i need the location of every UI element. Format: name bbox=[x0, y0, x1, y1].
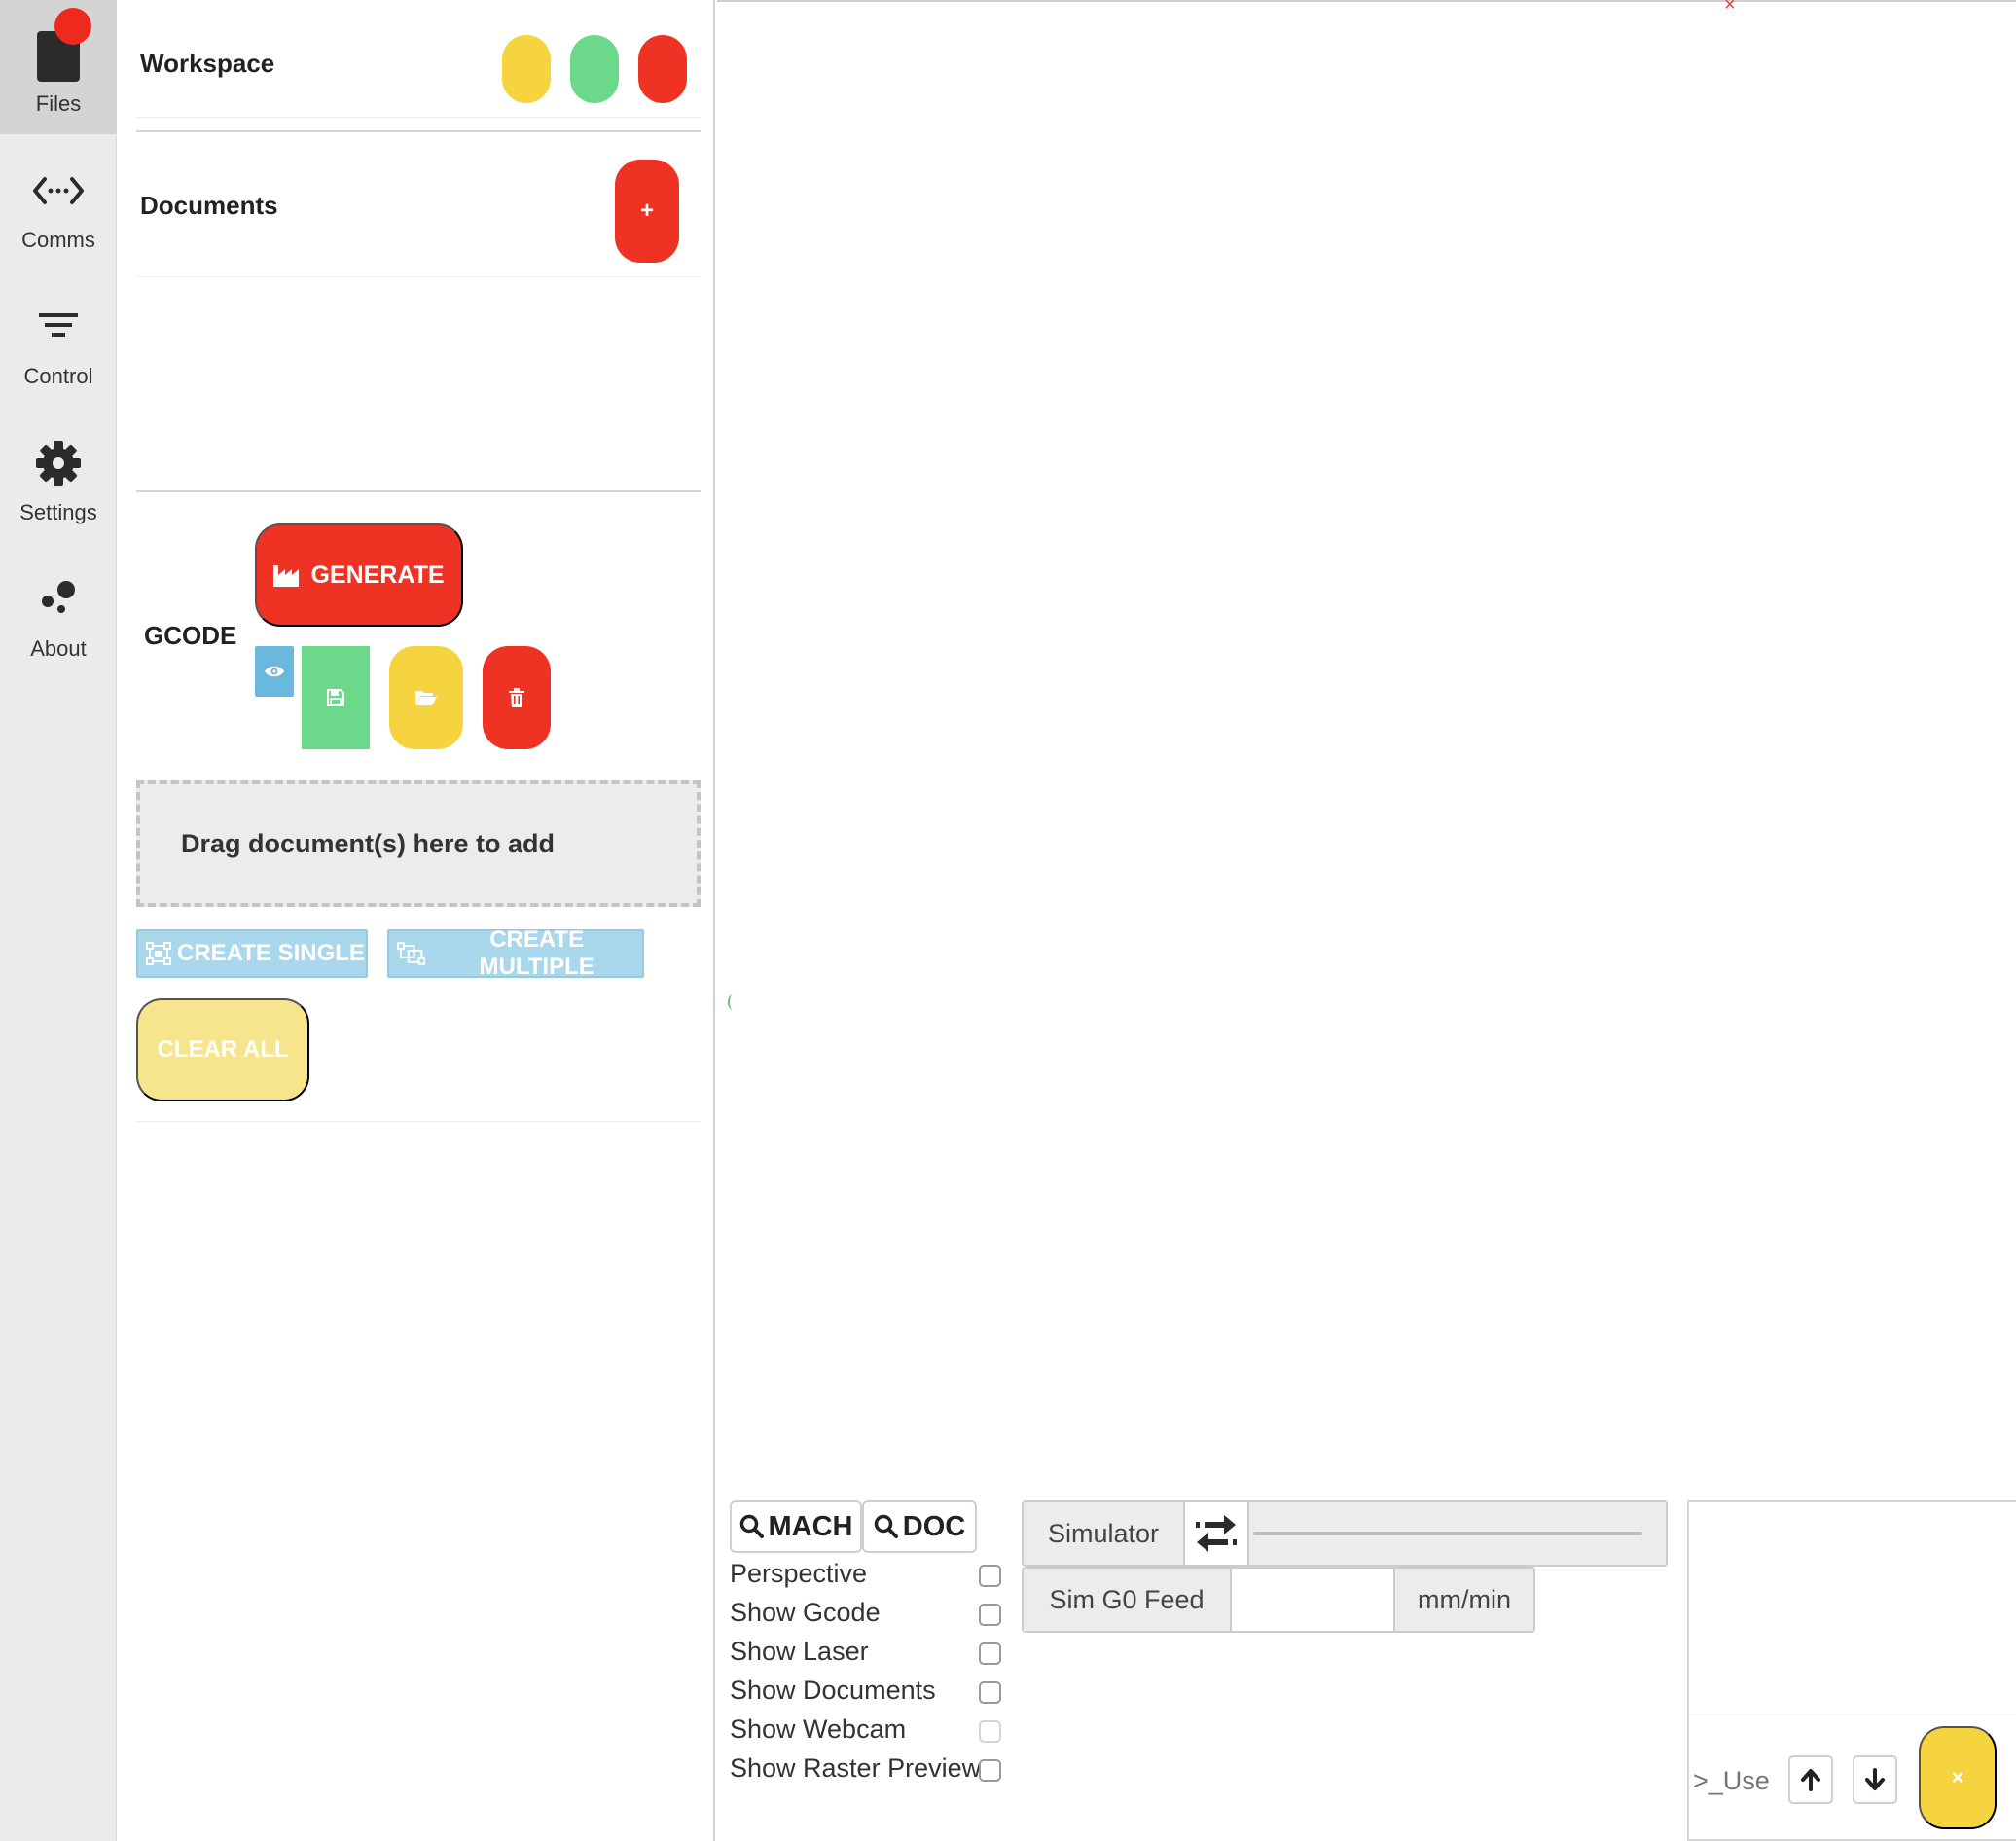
create-multiple-label: CREATE MULTIPLE bbox=[479, 926, 594, 980]
simulator-label: Simulator bbox=[1024, 1502, 1185, 1565]
gear-icon bbox=[0, 436, 117, 490]
option-label: Show Webcam bbox=[730, 1715, 907, 1744]
console-clear-button[interactable]: × bbox=[1919, 1726, 1997, 1829]
sim-feed-unit: mm/min bbox=[1393, 1569, 1533, 1631]
sidebar-item-label: Settings bbox=[19, 500, 97, 524]
option-label: Show Documents bbox=[730, 1676, 936, 1705]
option-perspective: Perspective bbox=[730, 1559, 1007, 1594]
trash-icon bbox=[509, 688, 524, 707]
vector-multiple-icon bbox=[397, 942, 426, 965]
option-label: Show Laser bbox=[730, 1637, 869, 1666]
workspace-red-button[interactable] bbox=[638, 35, 687, 103]
simulator-group: Simulator bbox=[1022, 1500, 1668, 1567]
create-single-label: CREATE SINGLE bbox=[177, 940, 365, 966]
sidebar-item-about[interactable]: About bbox=[0, 545, 117, 679]
show-laser-checkbox[interactable] bbox=[979, 1642, 1001, 1665]
sidebar-item-control[interactable]: Control bbox=[0, 272, 117, 407]
workspace-green-button[interactable] bbox=[570, 35, 619, 103]
history-up-button[interactable] bbox=[1788, 1755, 1833, 1804]
simulator-toggle-button[interactable] bbox=[1185, 1502, 1249, 1565]
option-show-raster-preview: Show Raster Preview bbox=[730, 1753, 1007, 1788]
filter-lines-icon bbox=[0, 300, 117, 354]
files-panel: Workspace Documents + GCODE GENERATE Dra… bbox=[117, 0, 715, 1841]
sidebar-item-label: Control bbox=[23, 364, 93, 388]
clear-all-button[interactable]: CLEAR ALL bbox=[136, 998, 309, 1101]
vector-square-icon bbox=[146, 942, 171, 965]
save-icon bbox=[327, 689, 344, 706]
workspace-canvas-mark bbox=[728, 994, 738, 1010]
sidebar-item-comms[interactable]: Comms bbox=[0, 136, 117, 271]
dropzone-text: Drag document(s) here to add bbox=[181, 829, 556, 858]
sim-feed-group: Sim G0 Feed mm/min bbox=[1022, 1567, 1535, 1633]
create-multiple-button[interactable]: CREATE MULTIPLE bbox=[387, 926, 644, 980]
sim-feed-label: Sim G0 Feed bbox=[1024, 1569, 1232, 1631]
workspace-top-border bbox=[717, 0, 2016, 2]
divider bbox=[136, 1121, 701, 1122]
history-down-button[interactable] bbox=[1853, 1755, 1897, 1804]
folder-open-icon bbox=[415, 691, 437, 705]
option-label: Perspective bbox=[730, 1559, 868, 1588]
gcode-title: GCODE bbox=[144, 621, 237, 650]
workspace-title: Workspace bbox=[140, 49, 275, 78]
preview-gcode-button[interactable] bbox=[255, 646, 294, 697]
generate-button[interactable]: GENERATE bbox=[255, 523, 463, 627]
zoom-machine-button[interactable]: MACH bbox=[730, 1500, 862, 1553]
create-single-button[interactable]: CREATE SINGLE bbox=[136, 929, 368, 978]
zoom-document-button[interactable]: DOC bbox=[862, 1500, 977, 1553]
load-gcode-button[interactable] bbox=[389, 646, 463, 749]
sim-feed-input[interactable] bbox=[1232, 1569, 1393, 1631]
sidebar-item-files[interactable]: Files bbox=[0, 0, 117, 134]
show-documents-checkbox[interactable] bbox=[979, 1681, 1001, 1704]
sidebar-item-label: About bbox=[30, 636, 87, 661]
sidebar-item-label: Comms bbox=[21, 228, 95, 252]
documents-title: Documents bbox=[140, 191, 278, 220]
doc-label: DOC bbox=[902, 1510, 966, 1542]
divider bbox=[136, 130, 701, 132]
document-dropzone[interactable]: Drag document(s) here to add bbox=[136, 780, 701, 907]
dots-cluster-icon bbox=[0, 572, 117, 627]
option-show-laser: Show Laser bbox=[730, 1637, 1007, 1672]
search-icon bbox=[739, 1514, 764, 1538]
arrow-down-icon bbox=[1865, 1768, 1885, 1790]
factory-icon bbox=[273, 565, 300, 587]
sidebar: Files Comms Control Settings About bbox=[0, 0, 117, 1841]
show-gcode-checkbox[interactable] bbox=[979, 1604, 1001, 1626]
arrow-up-icon bbox=[1801, 1769, 1820, 1791]
mach-label: MACH bbox=[768, 1510, 853, 1542]
clear-gcode-button[interactable] bbox=[483, 646, 551, 749]
divider bbox=[136, 117, 701, 118]
exchange-icon bbox=[1196, 1515, 1237, 1552]
option-show-webcam: Show Webcam bbox=[730, 1715, 1007, 1750]
show-webcam-checkbox[interactable] bbox=[979, 1720, 1001, 1743]
save-gcode-button[interactable] bbox=[302, 646, 370, 749]
close-icon[interactable]: × bbox=[1724, 0, 1736, 17]
divider bbox=[136, 490, 701, 492]
notification-badge bbox=[54, 8, 91, 45]
slider-rail bbox=[1253, 1532, 1642, 1535]
console-input[interactable] bbox=[1693, 1761, 1777, 1800]
option-label: Show Gcode bbox=[730, 1598, 881, 1627]
sidebar-item-label: Files bbox=[35, 91, 82, 116]
perspective-checkbox[interactable] bbox=[979, 1565, 1001, 1587]
simulator-slider-track[interactable] bbox=[1249, 1502, 1666, 1565]
console-panel: × bbox=[1687, 1500, 2016, 1841]
search-icon bbox=[874, 1514, 898, 1538]
eye-icon bbox=[265, 666, 284, 677]
option-show-gcode: Show Gcode bbox=[730, 1598, 1007, 1633]
sidebar-item-settings[interactable]: Settings bbox=[0, 409, 117, 543]
workspace-yellow-button[interactable] bbox=[502, 35, 551, 103]
show-raster-preview-checkbox[interactable] bbox=[979, 1759, 1001, 1782]
divider bbox=[136, 276, 701, 277]
option-show-documents: Show Documents bbox=[730, 1676, 1007, 1711]
option-label: Show Raster Preview bbox=[730, 1753, 982, 1783]
add-document-button[interactable]: + bbox=[615, 160, 679, 263]
generate-label: GENERATE bbox=[310, 560, 445, 589]
code-arrows-icon bbox=[0, 163, 117, 218]
